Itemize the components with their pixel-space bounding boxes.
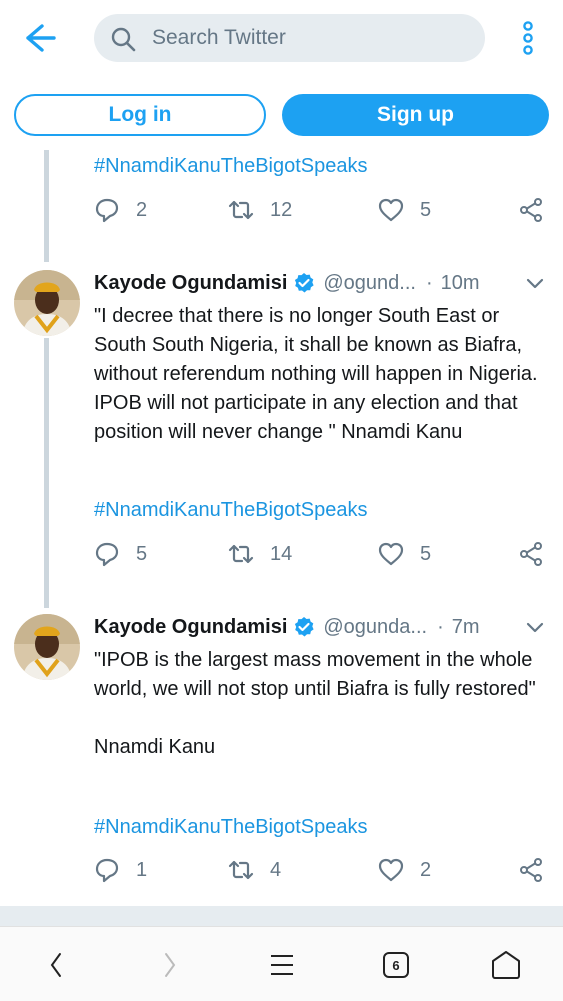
hashtag-link[interactable]: #NnamdiKanuTheBigotSpeaks [94, 816, 368, 839]
top-bar: Search Twitter [0, 0, 563, 78]
tabs-icon[interactable]: 6 [374, 943, 418, 987]
author-handle[interactable]: @ogunda... [323, 616, 427, 639]
reply-count: 1 [136, 858, 148, 881]
tweet: Kayode Ogundamisi @ogunda... · 7m "IPOB … [0, 612, 563, 892]
tweet-header: Kayode Ogundamisi @ogund... · 10m [94, 268, 554, 298]
like-button[interactable]: 2 [378, 853, 431, 887]
reply-icon [95, 858, 119, 883]
like-icon [378, 542, 404, 566]
like-button[interactable]: 5 [378, 537, 431, 571]
like-icon [378, 198, 404, 222]
tweet-actions: 5 14 5 [94, 537, 550, 571]
reply-count: 2 [136, 198, 148, 221]
verified-icon [295, 273, 314, 293]
browser-forward-icon[interactable] [148, 943, 192, 987]
like-count: 5 [420, 542, 432, 565]
reply-icon [95, 542, 119, 567]
retweet-count: 4 [270, 858, 282, 881]
tweet-actions: 1 4 2 [94, 853, 550, 887]
browser-back-icon[interactable] [34, 943, 78, 987]
retweet-icon [228, 200, 254, 220]
retweet-icon [228, 544, 254, 564]
avatar[interactable] [14, 614, 80, 680]
tweet-text: "IPOB is the largest mass movement in th… [94, 649, 536, 758]
share-icon [520, 858, 542, 882]
author-name[interactable]: Kayode Ogundamisi [94, 272, 287, 295]
retweet-count: 12 [270, 198, 293, 221]
separator-dot: · [425, 271, 433, 294]
author-name[interactable]: Kayode Ogundamisi [94, 616, 287, 639]
separator-dot: · [437, 615, 444, 638]
feed-separator [0, 906, 563, 926]
retweet-count: 14 [270, 542, 293, 565]
reply-button[interactable]: 2 [94, 193, 147, 227]
retweet-button[interactable]: 12 [228, 193, 292, 227]
share-icon [520, 542, 542, 566]
reply-count: 5 [136, 542, 148, 565]
reply-button[interactable]: 5 [94, 537, 147, 571]
retweet-button[interactable]: 4 [228, 853, 281, 887]
menu-icon[interactable] [260, 943, 304, 987]
signup-button[interactable]: Sign up [282, 94, 549, 136]
avatar[interactable] [14, 270, 80, 336]
share-button[interactable] [518, 537, 544, 571]
tweet-actions: 2 12 5 [94, 193, 550, 227]
tweet-timestamp[interactable]: 10m [441, 272, 480, 295]
author-handle[interactable]: @ogund... [323, 272, 416, 295]
search-icon [110, 26, 136, 52]
search-placeholder: Search Twitter [152, 26, 286, 49]
hashtag-link[interactable]: #NnamdiKanuTheBigotSpeaks [94, 499, 368, 522]
tab-count: 6 [383, 952, 409, 978]
browser-nav-bar: 6 [0, 926, 563, 1001]
login-button[interactable]: Log in [14, 94, 266, 136]
back-arrow-icon[interactable] [18, 20, 58, 56]
reply-icon [95, 198, 119, 223]
share-icon [520, 198, 542, 222]
tweet-timestamp[interactable]: 7m [452, 616, 480, 639]
like-count: 5 [420, 198, 432, 221]
share-button[interactable] [518, 853, 544, 887]
more-vertical-icon[interactable] [514, 18, 542, 58]
like-icon [378, 858, 404, 882]
search-input[interactable]: Search Twitter [94, 14, 485, 62]
home-icon[interactable] [484, 943, 528, 987]
hashtag-link[interactable]: #NnamdiKanuTheBigotSpeaks [94, 155, 368, 178]
retweet-button[interactable]: 14 [228, 537, 292, 571]
thread-line [44, 150, 49, 262]
retweet-icon [228, 860, 254, 880]
tweet-header: Kayode Ogundamisi @ogunda... · 7m [94, 612, 554, 642]
like-count: 2 [420, 858, 432, 881]
like-button[interactable]: 5 [378, 193, 431, 227]
verified-icon [295, 617, 314, 637]
reply-button[interactable]: 1 [94, 853, 147, 887]
auth-bar: Log in Sign up [0, 80, 563, 150]
share-button[interactable] [518, 193, 544, 227]
tweet-text: "I decree that there is no longer South … [94, 305, 538, 443]
chevron-down-icon[interactable] [524, 616, 546, 638]
chevron-down-icon[interactable] [524, 272, 546, 294]
